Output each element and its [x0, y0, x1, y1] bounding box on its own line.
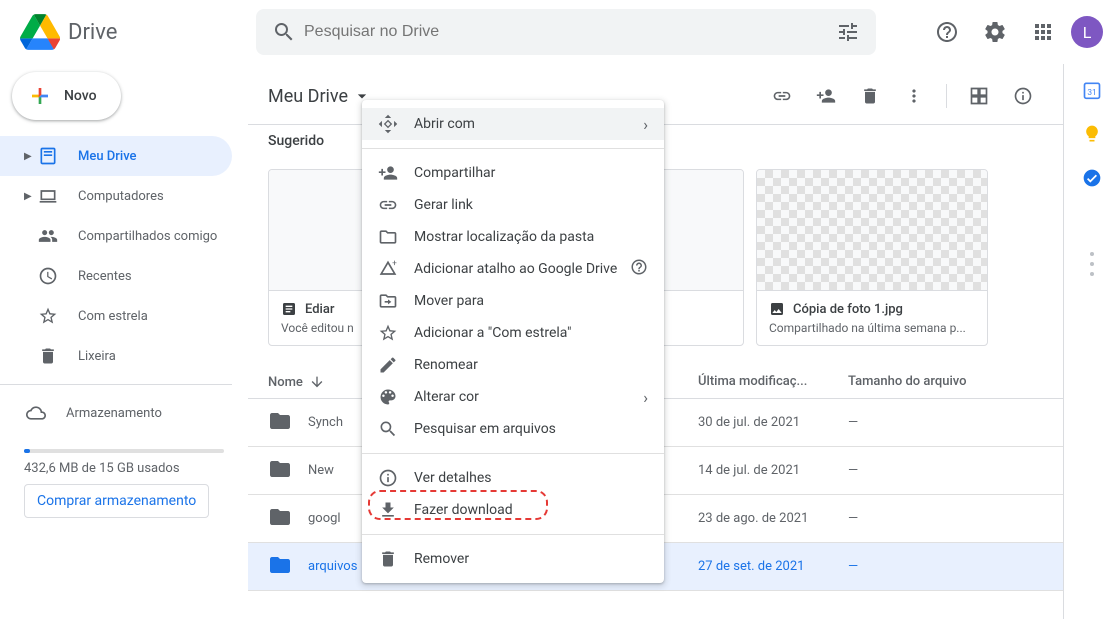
- menu-item-open[interactable]: Abrir com›: [362, 108, 664, 140]
- nav-label: Computadores: [78, 189, 164, 204]
- search-icon: [378, 419, 398, 439]
- nav-label: Com estrela: [78, 309, 148, 324]
- sidebar-item-1[interactable]: ▶ Computadores: [0, 176, 232, 216]
- keep-icon[interactable]: [1082, 124, 1102, 144]
- search-options-icon[interactable]: [828, 12, 868, 52]
- sidebar-item-3[interactable]: Recentes: [0, 256, 232, 296]
- nav-icon: [36, 266, 60, 286]
- link-icon: [378, 195, 398, 215]
- palette-icon: [378, 387, 398, 407]
- folder-icon: [268, 409, 292, 437]
- share-icon[interactable]: [806, 76, 846, 116]
- context-menu: Abrir com› CompartilharGerar linkMostrar …: [362, 100, 664, 583]
- trash-icon: [378, 549, 398, 569]
- expand-icon[interactable]: ▶: [24, 191, 36, 202]
- col-size[interactable]: Tamanho do arquivo: [848, 374, 1043, 390]
- menu-item-move[interactable]: Mover para: [362, 285, 664, 317]
- folder-icon: [378, 227, 398, 247]
- nav-label: Lixeira: [78, 349, 116, 364]
- sidebar-item-4[interactable]: Com estrela: [0, 296, 232, 336]
- delete-icon[interactable]: [850, 76, 890, 116]
- nav-label: Recentes: [78, 269, 132, 284]
- submenu-arrow-icon: ›: [643, 115, 648, 134]
- nav-icon: [36, 226, 60, 246]
- sidebar-item-5[interactable]: Lixeira: [0, 336, 232, 376]
- grid-view-icon[interactable]: [959, 76, 999, 116]
- link-icon[interactable]: [762, 76, 802, 116]
- svg-text:31: 31: [1087, 88, 1096, 98]
- download-icon: [378, 500, 398, 520]
- menu-item-search[interactable]: Pesquisar em arquivos: [362, 413, 664, 445]
- drive-logo-icon: [20, 12, 60, 52]
- menu-item-download[interactable]: Fazer download: [362, 494, 664, 526]
- buy-storage-button[interactable]: Comprar armazenamento: [24, 484, 209, 518]
- submenu-arrow-icon: ›: [643, 388, 648, 407]
- help-icon[interactable]: [927, 12, 967, 52]
- search-icon[interactable]: [264, 12, 304, 52]
- storage-used-text: 432,6 MB de 15 GB usados: [24, 461, 224, 476]
- more-icon[interactable]: [894, 76, 934, 116]
- help-icon[interactable]: [630, 258, 648, 280]
- panel-separator: [1090, 252, 1094, 276]
- calendar-icon[interactable]: 31: [1082, 80, 1102, 100]
- rename-icon: [378, 355, 398, 375]
- nav-icon: [36, 146, 60, 166]
- logo-area[interactable]: Drive: [8, 12, 256, 52]
- menu-item-drive-shortcut[interactable]: +Adicionar atalho ao Google Drive: [362, 253, 664, 285]
- menu-item-person-add[interactable]: Compartilhar: [362, 157, 664, 189]
- sidebar-item-2[interactable]: Compartilhados comigo: [0, 216, 232, 256]
- col-name[interactable]: Nome: [268, 375, 303, 390]
- person-add-icon: [378, 163, 398, 183]
- thumbnail: [757, 170, 987, 290]
- menu-item-folder[interactable]: Mostrar localização da pasta: [362, 221, 664, 253]
- star-icon: [378, 323, 398, 343]
- menu-item-palette[interactable]: Alterar cor›: [362, 381, 664, 413]
- suggested-card-2[interactable]: Cópia de foto 1.jpgCompartilhado na últi…: [756, 169, 988, 346]
- sidebar-item-0[interactable]: ▶ Meu Drive: [0, 136, 232, 176]
- move-icon: [378, 291, 398, 311]
- storage-bar: [24, 449, 224, 453]
- menu-item-trash[interactable]: Remover: [362, 543, 664, 575]
- nav-icon: [36, 306, 60, 326]
- menu-item-star[interactable]: Adicionar a "Com estrela": [362, 317, 664, 349]
- folder-icon: [268, 553, 292, 581]
- svg-text:+: +: [392, 259, 397, 269]
- new-button[interactable]: Novo: [12, 72, 121, 120]
- folder-icon: [268, 457, 292, 485]
- search-input[interactable]: [304, 23, 828, 41]
- plus-icon: [28, 84, 52, 108]
- avatar[interactable]: L: [1071, 16, 1103, 48]
- nav-icon: [36, 346, 60, 366]
- apps-icon[interactable]: [1023, 12, 1063, 52]
- menu-item-link[interactable]: Gerar link: [362, 189, 664, 221]
- info-icon: [378, 468, 398, 488]
- sidebar-item-storage[interactable]: Armazenamento: [0, 393, 232, 433]
- app-name: Drive: [68, 20, 117, 45]
- info-icon[interactable]: [1003, 76, 1043, 116]
- breadcrumb[interactable]: Meu Drive: [268, 86, 372, 107]
- search-bar[interactable]: [256, 9, 876, 55]
- settings-icon[interactable]: [975, 12, 1015, 52]
- open-icon: [378, 114, 398, 134]
- sort-arrow-icon: [309, 374, 325, 390]
- tasks-icon[interactable]: [1082, 168, 1102, 188]
- menu-item-rename[interactable]: Renomear: [362, 349, 664, 381]
- menu-item-info[interactable]: Ver detalhes: [362, 462, 664, 494]
- cloud-icon: [24, 403, 48, 423]
- drive-shortcut-icon: +: [378, 259, 398, 279]
- expand-icon[interactable]: ▶: [24, 151, 36, 162]
- new-button-label: Novo: [64, 88, 97, 104]
- nav-label: Meu Drive: [78, 149, 137, 164]
- col-modified[interactable]: Última modificaç...: [698, 374, 848, 390]
- nav-icon: [36, 186, 60, 206]
- folder-icon: [268, 505, 292, 533]
- nav-label: Compartilhados comigo: [78, 229, 217, 244]
